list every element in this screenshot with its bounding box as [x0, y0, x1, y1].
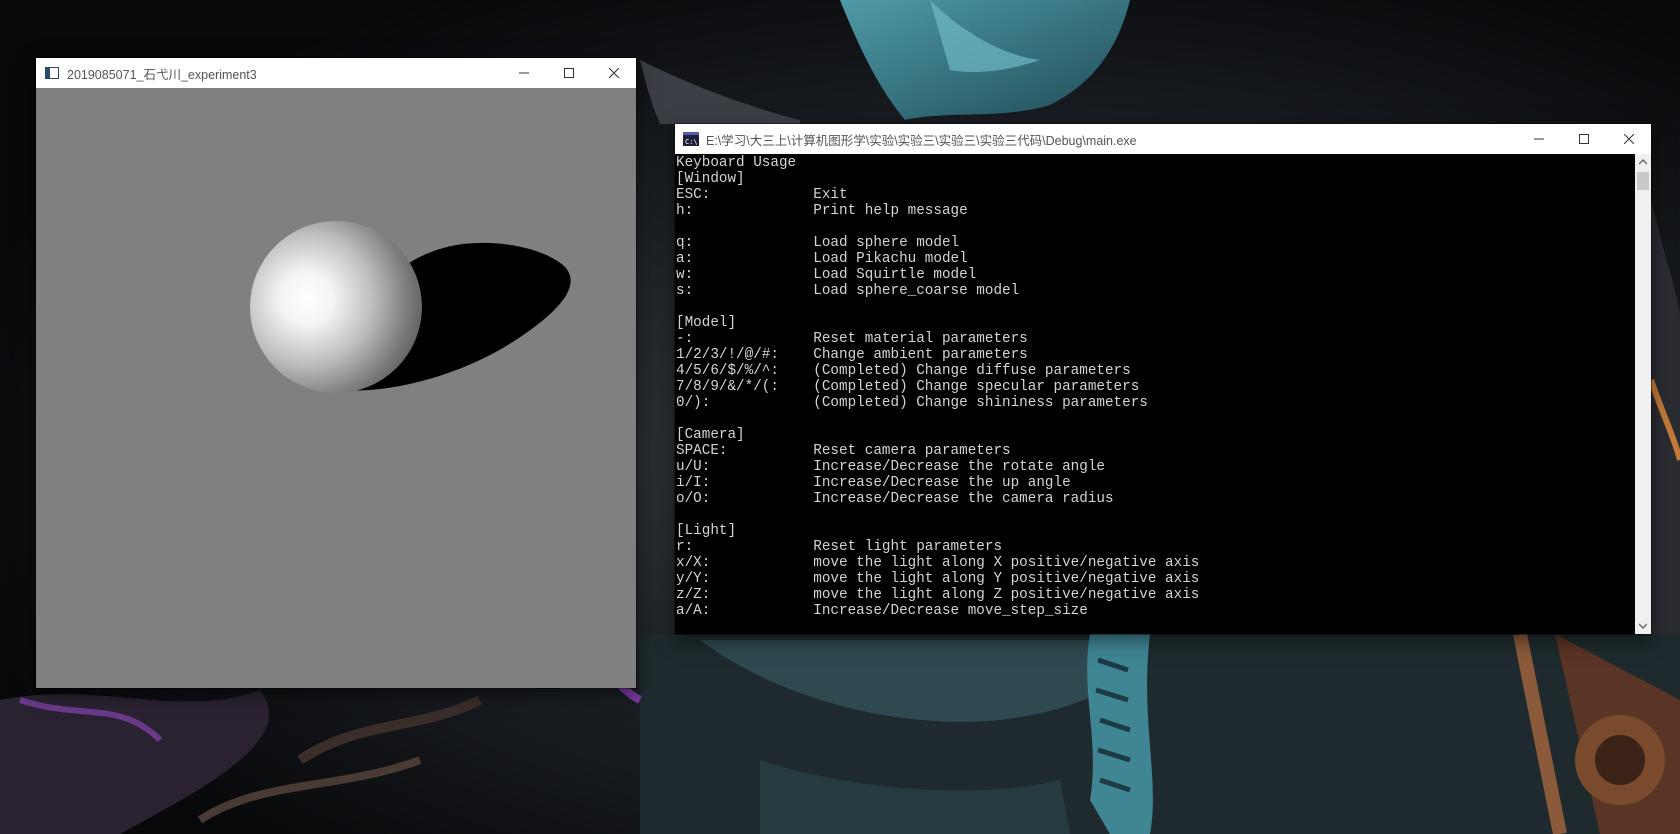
console-line: [Model]	[676, 315, 737, 331]
console-scrollbar[interactable]	[1635, 154, 1651, 634]
close-icon	[608, 68, 619, 78]
close-icon	[1623, 134, 1634, 144]
scroll-thumb[interactable]	[1637, 172, 1649, 190]
console-line: h: Print help message	[676, 203, 968, 219]
app-window-icon	[44, 65, 60, 81]
console-line: o/O: Increase/Decrease the camera radius	[676, 491, 1114, 507]
console-line: i/I: Increase/Decrease the up angle	[676, 475, 1071, 491]
svg-text:C:\: C:\	[685, 138, 698, 146]
scroll-down-button[interactable]	[1635, 618, 1651, 634]
console-line: x/X: move the light along X positive/neg…	[676, 555, 1200, 571]
chevron-down-icon	[1639, 623, 1647, 629]
console-line: s: Load sphere_coarse model	[676, 283, 1020, 299]
console-line: -: Reset material parameters	[676, 331, 1028, 347]
console-line: 0/): (Completed) Change shininess parame…	[676, 395, 1148, 411]
console-line: r: Reset light parameters	[676, 539, 1003, 555]
opengl-render-canvas[interactable]	[36, 88, 636, 688]
opengl-window: 2019085071_石弋川_experiment3	[36, 58, 636, 688]
console-window-title: E:\学习\大三上\计算机图形学\实验\实验三\实验三\实验三代码\Debug\…	[706, 133, 1137, 148]
console-line: [Light]	[676, 523, 737, 539]
console-text: Keyboard Usage [Window] ESC: Exit h: Print …	[675, 154, 1635, 619]
minimize-button[interactable]	[1516, 124, 1561, 154]
console-line: 4/5/6/$/%/^: (Completed) Change diffuse …	[676, 363, 1131, 379]
console-icon: C:\	[683, 131, 699, 147]
console-line: ESC: Exit	[676, 187, 848, 203]
console-line: w: Load Squirtle model	[676, 267, 977, 283]
console-window-titlebar[interactable]: C:\ E:\学习\大三上\计算机图形学\实验\实验三\实验三\实验三代码\De…	[675, 124, 1651, 154]
console-line: y/Y: move the light along Y positive/neg…	[676, 571, 1200, 587]
console-line: 1/2/3/!/@/#: Change ambient parameters	[676, 347, 1028, 363]
minimize-button[interactable]	[501, 58, 546, 88]
close-button[interactable]	[591, 58, 636, 88]
console-line: [Camera]	[676, 427, 745, 443]
console-line: 7/8/9/&/*/(: (Completed) Change specular…	[676, 379, 1140, 395]
console-line: Keyboard Usage	[676, 155, 797, 171]
console-line: u/U: Increase/Decrease the rotate angle	[676, 459, 1105, 475]
console-line: [Window]	[676, 171, 745, 187]
maximize-icon	[563, 68, 574, 78]
minimize-icon	[518, 72, 529, 74]
console-line: a/A: Increase/Decrease move_step_size	[676, 603, 1088, 619]
sphere-model	[250, 221, 422, 393]
console-line: SPACE: Reset camera parameters	[676, 443, 1011, 459]
console-output[interactable]: Keyboard Usage [Window] ESC: Exit h: Print …	[675, 154, 1635, 634]
console-window: C:\ E:\学习\大三上\计算机图形学\实验\实验三\实验三\实验三代码\De…	[675, 124, 1651, 634]
scroll-up-button[interactable]	[1635, 154, 1651, 170]
opengl-window-title: 2019085071_石弋川_experiment3	[67, 67, 257, 82]
minimize-icon	[1533, 138, 1544, 140]
maximize-icon	[1578, 134, 1589, 144]
rendered-scene	[250, 221, 571, 393]
maximize-button[interactable]	[1561, 124, 1606, 154]
close-button[interactable]	[1606, 124, 1651, 154]
opengl-window-titlebar[interactable]: 2019085071_石弋川_experiment3	[36, 58, 636, 88]
console-line: q: Load sphere model	[676, 235, 960, 251]
maximize-button[interactable]	[546, 58, 591, 88]
chevron-up-icon	[1639, 159, 1647, 165]
console-line: z/Z: move the light along Z positive/neg…	[676, 587, 1200, 603]
console-line: a: Load Pikachu model	[676, 251, 968, 267]
